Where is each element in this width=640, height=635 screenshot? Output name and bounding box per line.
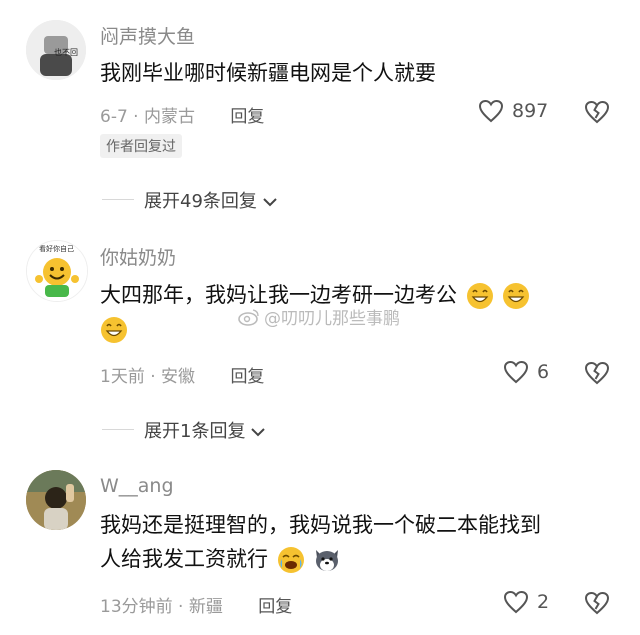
broken-heart-icon (584, 100, 610, 124)
avatar[interactable]: 看好你自己 (26, 240, 88, 302)
expand-text: 展开49条回复 (144, 191, 257, 212)
broken-heart-icon (584, 361, 610, 385)
reply-button[interactable]: 回复 (230, 107, 264, 127)
grin-sweat-emoji (503, 283, 530, 309)
comment-meta: 13分钟前 · 新疆 回复 (100, 592, 292, 617)
avatar[interactable] (26, 470, 86, 530)
avatar-caption: 也不回 (54, 48, 78, 57)
comment-meta: 1天前 · 安徽 回复 (100, 362, 264, 387)
husky-emoji (316, 550, 339, 571)
divider-line (102, 199, 134, 200)
expand-replies[interactable]: 展开49条回复 (0, 187, 640, 213)
reply-button[interactable]: 回复 (258, 597, 292, 617)
comment-text: 我刚毕业哪时候新疆电网是个人就要 (100, 61, 436, 85)
heart-outline-icon (503, 590, 529, 614)
timestamp-location: 1天前 · 安徽 (100, 367, 196, 387)
grin-sweat-emoji (101, 317, 127, 343)
heart-outline-icon (503, 360, 529, 384)
like-count: 2 (537, 591, 550, 613)
crying-laughing-emoji (277, 547, 304, 573)
broken-heart-icon (584, 591, 610, 615)
dislike-button[interactable] (584, 591, 610, 619)
expand-replies-label[interactable]: 展开1条回复 (144, 417, 265, 443)
dislike-button[interactable] (584, 361, 610, 389)
heart-outline-icon (478, 99, 504, 123)
chevron-down-icon (251, 428, 265, 437)
like-count: 897 (512, 100, 549, 122)
username[interactable]: 闷声摸大鱼 (100, 22, 195, 49)
like-count: 6 (537, 361, 550, 383)
like-button[interactable]: 897 (478, 99, 548, 123)
author-replied-badge: 作者回复过 (100, 134, 182, 158)
expand-replies-label[interactable]: 展开49条回复 (144, 187, 277, 213)
dislike-button[interactable] (584, 100, 610, 128)
avatar-caption: 看好你自己 (39, 245, 74, 253)
like-button[interactable]: 2 (503, 590, 549, 614)
reply-button[interactable]: 回复 (230, 367, 264, 387)
expand-text: 展开1条回复 (144, 421, 246, 442)
weibo-watermark: @叨叨儿那些事鹏 (238, 304, 400, 329)
divider-line (102, 429, 134, 430)
chevron-down-icon (262, 198, 277, 207)
comment-text: 我妈还是挺理智的，我妈说我一个破二本能找到 人给我发工资就行 (100, 508, 610, 576)
avatar[interactable]: 也不回 (26, 20, 86, 80)
timestamp-location: 6-7 · 内蒙古 (100, 107, 195, 127)
weibo-logo-icon (238, 308, 259, 326)
comment-text-line: 人给我发工资就行 (100, 547, 268, 571)
username[interactable]: W__ang (100, 475, 174, 497)
expand-replies[interactable]: 展开1条回复 (0, 417, 640, 443)
grin-sweat-emoji (466, 283, 493, 309)
comment-text-line: 我妈还是挺理智的，我妈说我一个破二本能找到 (100, 513, 541, 537)
like-button[interactable]: 6 (503, 360, 549, 384)
avatar-image (26, 470, 86, 530)
comment-meta: 6-7 · 内蒙古 回复 (100, 102, 264, 127)
watermark-text: @叨叨儿那些事鹏 (264, 309, 400, 329)
username[interactable]: 你姑奶奶 (100, 243, 176, 270)
timestamp-location: 13分钟前 · 新疆 (100, 597, 223, 617)
